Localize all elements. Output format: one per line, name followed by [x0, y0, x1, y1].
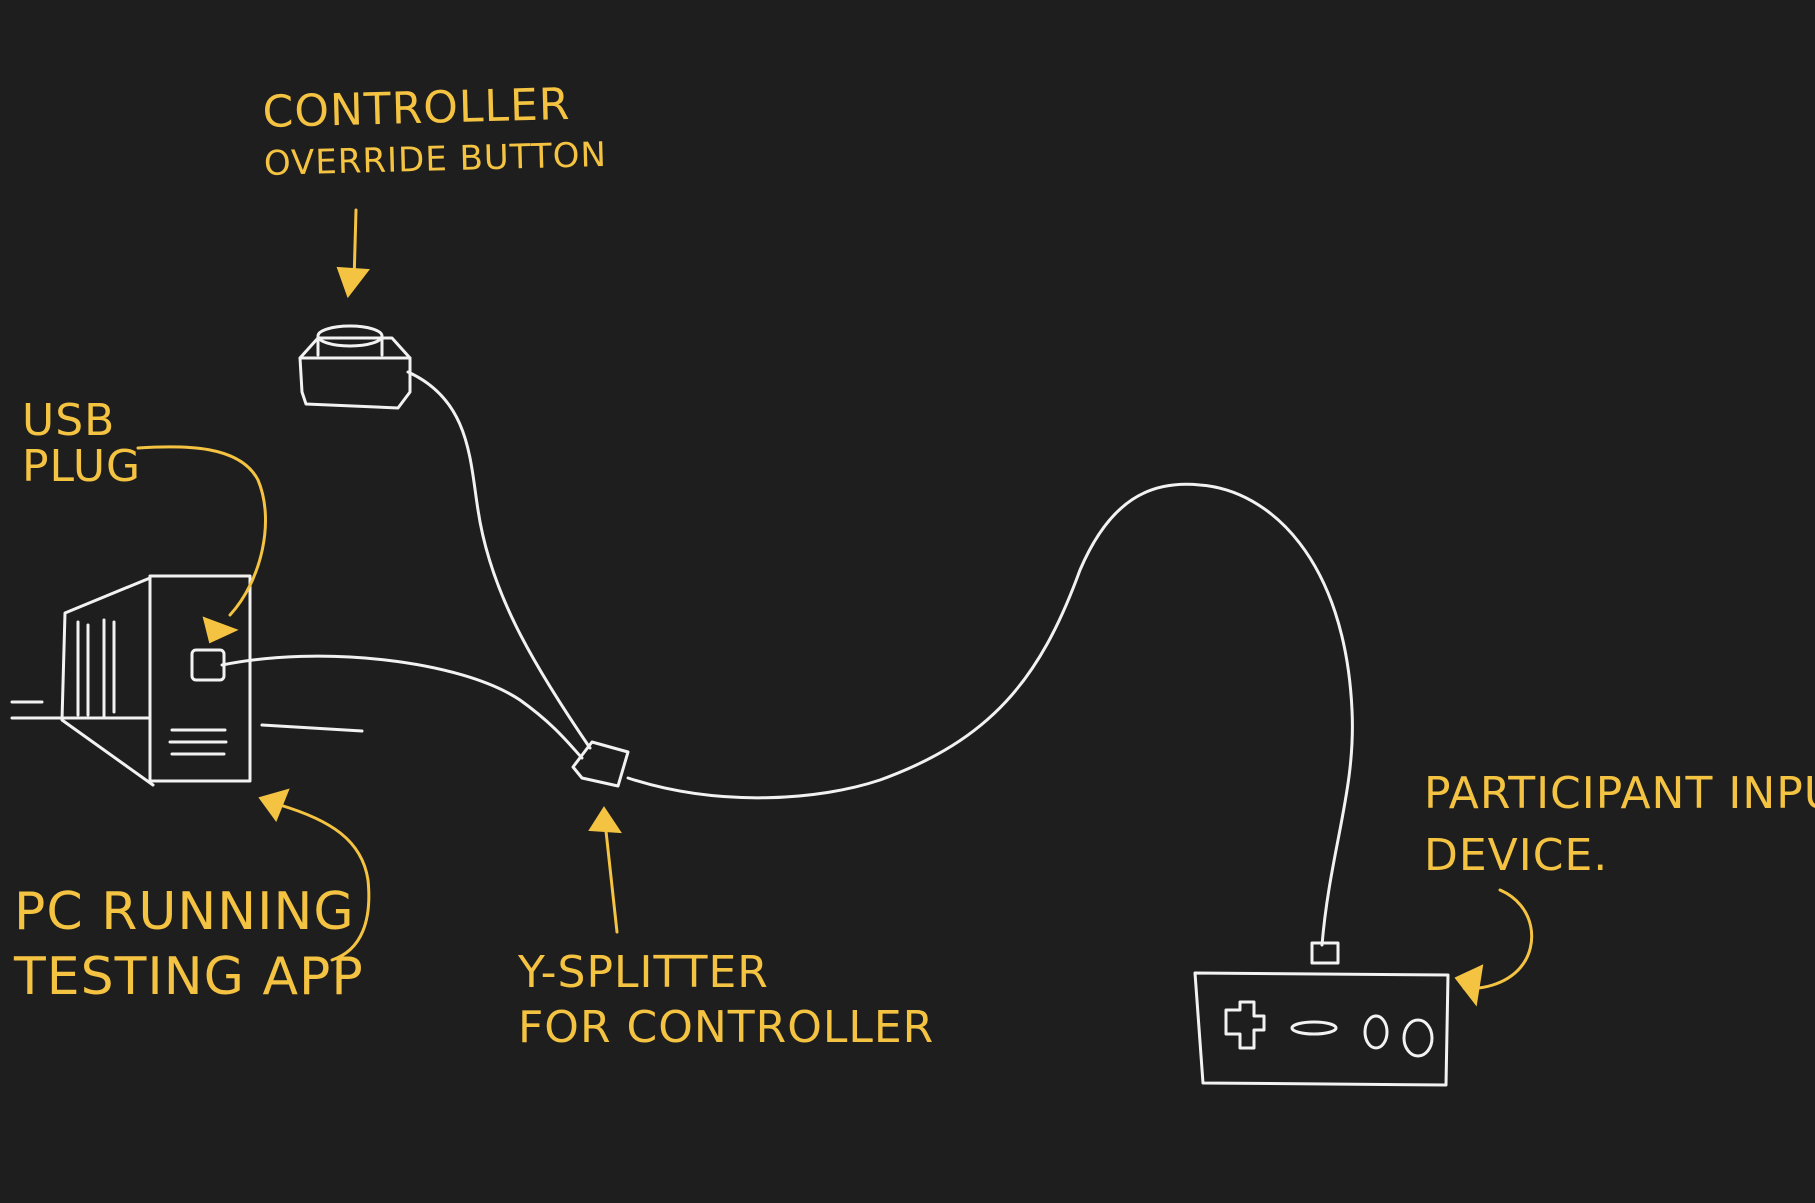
arrowhead-y-splitter [588, 806, 622, 834]
label-participant-line1: PARTICIPANT INPUT [1424, 768, 1815, 819]
label-participant-line2: DEVICE. [1424, 829, 1609, 881]
dpad-icon [1224, 1000, 1266, 1050]
label-participant: PARTICIPANT INPUT DEVICE. [1424, 763, 1815, 886]
arrowhead-participant [1454, 964, 1484, 1007]
pc-vents [76, 618, 116, 720]
desk-line [10, 700, 364, 733]
override-button-device [298, 324, 412, 410]
label-y-splitter-line2: FOR CONTROLLER [518, 1002, 935, 1053]
cable-button-to-splitter [406, 370, 592, 750]
label-y-splitter-line1: Y-SPLITTER [518, 947, 769, 998]
pc-side [60, 576, 155, 787]
label-usb-plug-line1: USB [22, 395, 116, 446]
y-splitter-device [571, 740, 630, 788]
label-controller-override: CONTROLLER OVERRIDE BUTTON [262, 79, 607, 184]
diagram-canvas: CONTROLLER OVERRIDE BUTTON USB PLUG PC R… [0, 0, 1815, 1203]
cables [220, 370, 1354, 947]
label-usb-plug-line2: PLUG [22, 441, 142, 493]
arrow-usb-plug [136, 445, 267, 617]
label-pc-line2: TESTING APP [14, 947, 364, 1007]
arrowhead-usb-plug [202, 616, 239, 644]
a-button-icon [1363, 1014, 1389, 1050]
label-pc-line1: PC RUNNING [14, 882, 355, 942]
pc-drive-slots [168, 728, 228, 756]
label-controller-override-line1: CONTROLLER [261, 78, 571, 138]
arrow-y-splitter [603, 820, 619, 934]
label-y-splitter: Y-SPLITTER FOR CONTROLLER [518, 945, 934, 1055]
override-button-cap [316, 324, 384, 348]
gamepad-body [1193, 971, 1450, 1087]
cable-splitter-to-gamepad [626, 482, 1354, 947]
select-button-icon [1290, 1020, 1338, 1036]
y-splitter-body [571, 740, 630, 788]
gamepad-device [1193, 941, 1450, 1087]
label-usb-plug: USB PLUG [22, 395, 142, 493]
arrowhead-controller-override [336, 266, 370, 299]
usb-port [190, 648, 226, 682]
label-pc: PC RUNNING TESTING APP [14, 880, 364, 1010]
gamepad-connector [1310, 941, 1340, 965]
cable-pc-to-splitter [220, 654, 584, 760]
b-button-icon [1402, 1018, 1434, 1058]
pc-tower [10, 574, 364, 787]
